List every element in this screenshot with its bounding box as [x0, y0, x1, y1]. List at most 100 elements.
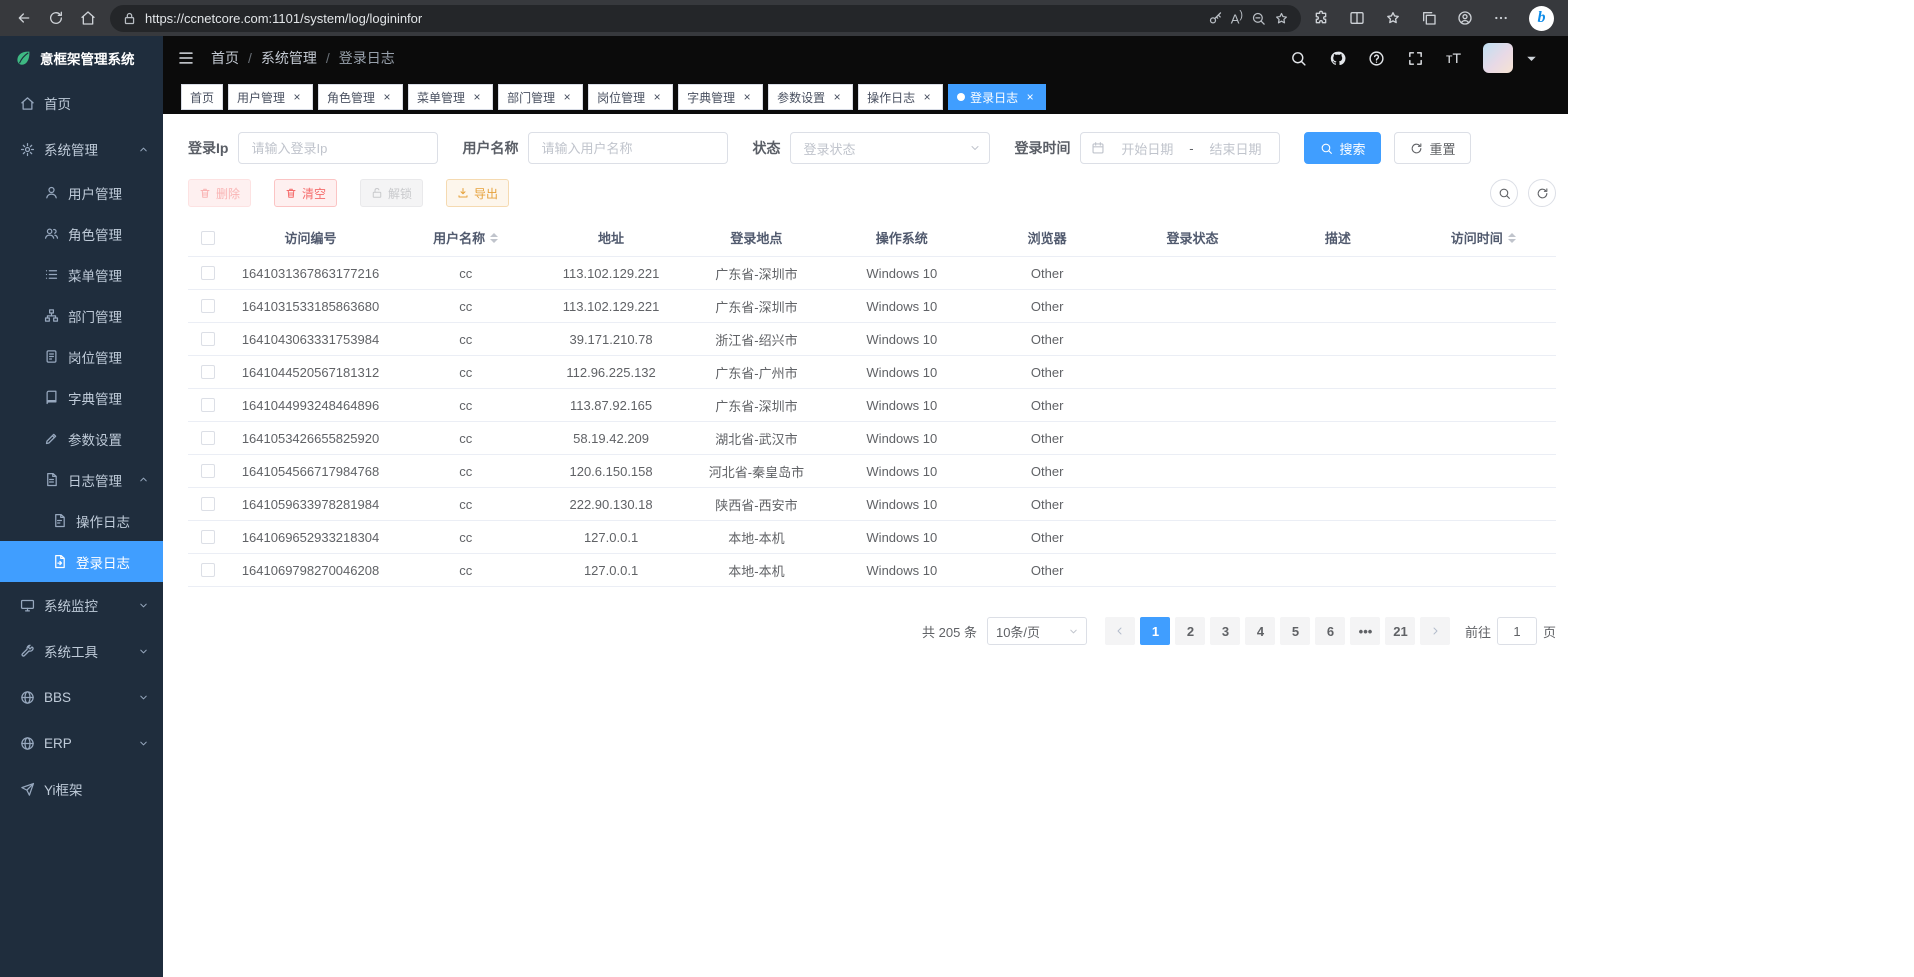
table-row[interactable]: 1641044993248464896cc113.87.92.165广东省-深圳… — [188, 389, 1556, 422]
caret-down-icon[interactable] — [1523, 50, 1540, 67]
page-6-button[interactable]: 6 — [1315, 617, 1345, 645]
url-text[interactable]: https://ccnetcore.com:1101/system/log/lo… — [145, 11, 1200, 26]
close-icon[interactable]: × — [740, 90, 754, 104]
page-21-button[interactable]: 21 — [1385, 617, 1415, 645]
address-bar[interactable]: https://ccnetcore.com:1101/system/log/lo… — [110, 5, 1301, 32]
col-user-name[interactable]: 用户名称 — [393, 228, 538, 247]
start-date-placeholder[interactable]: 开始日期 — [1113, 139, 1181, 158]
split-screen-icon[interactable] — [1349, 10, 1365, 26]
goto-page-input[interactable] — [1497, 617, 1537, 645]
sidebar-item-menu-management[interactable]: 菜单管理 — [0, 254, 163, 295]
sidebar-item-system-management[interactable]: 系统管理 — [0, 126, 163, 172]
table-row[interactable]: 1641053426655825920cc58.19.42.209湖北省-武汉市… — [188, 422, 1556, 455]
header-search-icon[interactable] — [1290, 50, 1307, 67]
table-row[interactable]: 1641043063331753984cc39.171.210.78浙江省-绍兴… — [188, 323, 1556, 356]
read-aloud-icon[interactable]: A) — [1231, 9, 1243, 26]
table-row[interactable]: 1641044520567181312cc112.96.225.132广东省-广… — [188, 356, 1556, 389]
add-favorite-icon[interactable] — [1274, 11, 1289, 26]
tab-dict-management[interactable]: 字典管理× — [678, 84, 763, 110]
reset-button[interactable]: 重置 — [1394, 132, 1471, 164]
browser-profile-icon[interactable] — [1457, 10, 1473, 26]
sidebar-item-role-management[interactable]: 角色管理 — [0, 213, 163, 254]
extensions-icon[interactable] — [1313, 10, 1329, 26]
sidebar-item-bbs[interactable]: BBS — [0, 674, 163, 720]
close-icon[interactable]: × — [380, 90, 394, 104]
table-row[interactable]: 1641031533185863680cc113.102.129.221广东省-… — [188, 290, 1556, 323]
row-checkbox[interactable] — [201, 530, 215, 544]
sidebar-item-log-management[interactable]: 日志管理 — [0, 459, 163, 500]
sidebar-item-home[interactable]: 首页 — [0, 80, 163, 126]
unlock-button[interactable]: 解锁 — [360, 179, 423, 207]
favorites-icon[interactable] — [1385, 10, 1401, 26]
page-size-select[interactable]: 10条/页 — [987, 617, 1087, 645]
status-select[interactable]: 登录状态 — [790, 132, 990, 164]
breadcrumb-home[interactable]: 首页 — [211, 48, 239, 68]
sort-icon[interactable] — [1508, 229, 1516, 247]
fullscreen-icon[interactable] — [1407, 50, 1424, 67]
sidebar-item-param-settings[interactable]: 参数设置 — [0, 418, 163, 459]
date-range-picker[interactable]: 开始日期 - 结束日期 — [1080, 132, 1280, 164]
page-1-button[interactable]: 1 — [1140, 617, 1170, 645]
username-input[interactable] — [528, 132, 728, 164]
tab-param-settings[interactable]: 参数设置× — [768, 84, 853, 110]
tab-role-management[interactable]: 角色管理× — [318, 84, 403, 110]
close-icon[interactable]: × — [560, 90, 574, 104]
end-date-placeholder[interactable]: 结束日期 — [1202, 139, 1270, 158]
sort-icon[interactable] — [490, 229, 498, 247]
page-3-button[interactable]: 3 — [1210, 617, 1240, 645]
search-button[interactable]: 搜索 — [1304, 132, 1381, 164]
row-checkbox[interactable] — [201, 398, 215, 412]
site-info-icon[interactable] — [122, 11, 137, 26]
browser-home-button[interactable] — [74, 4, 102, 32]
collapse-sidebar-icon[interactable] — [177, 49, 195, 67]
tab-home[interactable]: 首页 — [181, 84, 223, 110]
delete-button[interactable]: 删除 — [188, 179, 251, 207]
sidebar-item-system-tools[interactable]: 系统工具 — [0, 628, 163, 674]
sidebar-item-yi-framework[interactable]: Yi框架 — [0, 766, 163, 812]
sidebar-item-operation-log[interactable]: 操作日志 — [0, 500, 163, 541]
close-icon[interactable]: × — [470, 90, 484, 104]
collections-icon[interactable] — [1421, 10, 1437, 26]
prev-page-button[interactable] — [1105, 617, 1135, 645]
page-5-button[interactable]: 5 — [1280, 617, 1310, 645]
page-2-button[interactable]: 2 — [1175, 617, 1205, 645]
row-checkbox[interactable] — [201, 332, 215, 346]
tab-operation-log[interactable]: 操作日志× — [858, 84, 943, 110]
sidebar-item-user-management[interactable]: 用户管理 — [0, 172, 163, 213]
font-size-icon[interactable]: тT — [1446, 50, 1461, 66]
close-icon[interactable]: × — [1023, 90, 1037, 104]
tab-menu-management[interactable]: 菜单管理× — [408, 84, 493, 110]
password-icon[interactable] — [1208, 11, 1223, 26]
bing-copilot-icon[interactable]: b — [1529, 6, 1554, 31]
sidebar-item-login-log[interactable]: 登录日志 — [0, 541, 163, 582]
clear-button[interactable]: 清空 — [274, 179, 337, 207]
table-row[interactable]: 1641054566717984768cc120.6.150.158河北省-秦皇… — [188, 455, 1556, 488]
page-more-button[interactable]: ••• — [1350, 617, 1380, 645]
zoom-icon[interactable] — [1251, 11, 1266, 26]
sidebar-item-erp[interactable]: ERP — [0, 720, 163, 766]
table-row[interactable]: 1641069652933218304cc127.0.0.1本地-本机Windo… — [188, 521, 1556, 554]
toggle-search-button[interactable] — [1490, 179, 1518, 207]
tab-login-log[interactable]: 登录日志× — [948, 84, 1046, 110]
breadcrumb-system[interactable]: 系统管理 — [261, 48, 317, 68]
browser-back-button[interactable] — [10, 4, 38, 32]
tab-post-management[interactable]: 岗位管理× — [588, 84, 673, 110]
sidebar-item-dept-management[interactable]: 部门管理 — [0, 295, 163, 336]
close-icon[interactable]: × — [920, 90, 934, 104]
browser-refresh-button[interactable] — [42, 4, 70, 32]
tab-dept-management[interactable]: 部门管理× — [498, 84, 583, 110]
login-ip-input[interactable] — [238, 132, 438, 164]
user-avatar[interactable] — [1483, 43, 1513, 73]
github-icon[interactable] — [1329, 50, 1346, 67]
sidebar-item-system-monitor[interactable]: 系统监控 — [0, 582, 163, 628]
row-checkbox[interactable] — [201, 299, 215, 313]
table-row[interactable]: 1641069798270046208cc127.0.0.1本地-本机Windo… — [188, 554, 1556, 587]
row-checkbox[interactable] — [201, 365, 215, 379]
close-icon[interactable]: × — [830, 90, 844, 104]
row-checkbox[interactable] — [201, 497, 215, 511]
row-checkbox[interactable] — [201, 563, 215, 577]
page-4-button[interactable]: 4 — [1245, 617, 1275, 645]
help-icon[interactable] — [1368, 50, 1385, 67]
app-logo[interactable]: 意框架管理系统 — [0, 36, 163, 80]
row-checkbox[interactable] — [201, 431, 215, 445]
